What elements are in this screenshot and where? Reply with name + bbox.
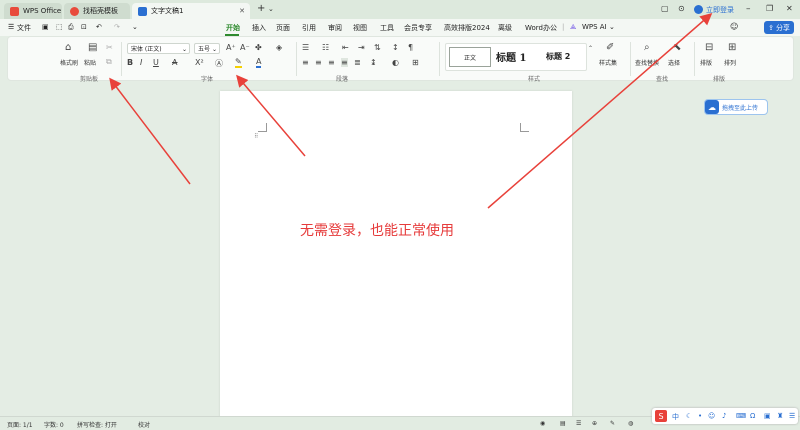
- ime-keyboard-icon[interactable]: ⌨: [736, 412, 746, 420]
- ime-chinese-icon[interactable]: 中: [672, 412, 679, 422]
- page-view-icon[interactable]: ▤: [560, 420, 566, 427]
- ime-toolbar: S 中 ☾ • ☺ ♪ ⌨ Ω ▣ ♜ ☰: [652, 408, 798, 424]
- ime-shirt-icon[interactable]: ♜: [777, 412, 783, 420]
- arrow-to-login: [487, 13, 713, 209]
- ime-punct-icon[interactable]: •: [698, 412, 702, 420]
- ime-moon-icon[interactable]: ☾: [686, 412, 692, 420]
- status-spell-check[interactable]: 拼写检查: 打开: [77, 420, 117, 429]
- web-view-icon[interactable]: ☰: [576, 420, 581, 427]
- ime-skin-icon[interactable]: ▣: [764, 412, 771, 420]
- eye-protect-icon[interactable]: ◉: [540, 420, 545, 427]
- read-mode-icon[interactable]: ⊕: [592, 420, 597, 427]
- status-proofread[interactable]: 校对: [138, 420, 150, 429]
- ime-emoji-icon[interactable]: ☺: [708, 412, 715, 420]
- status-word-count[interactable]: 字数: 0: [44, 420, 64, 429]
- ime-headset-icon[interactable]: Ω: [750, 412, 755, 420]
- arrow-to-font: [236, 74, 306, 157]
- ime-mic-icon[interactable]: ♪: [722, 412, 726, 420]
- annotation-arrows: [109, 13, 713, 209]
- status-page[interactable]: 页面: 1/1: [7, 420, 33, 429]
- outline-icon[interactable]: ✎: [610, 420, 615, 427]
- sogou-logo-icon[interactable]: S: [655, 410, 667, 422]
- ime-menu-icon[interactable]: ☰: [789, 412, 795, 420]
- arrow-to-clipboard: [109, 77, 191, 185]
- globe-icon[interactable]: ◍: [628, 420, 633, 427]
